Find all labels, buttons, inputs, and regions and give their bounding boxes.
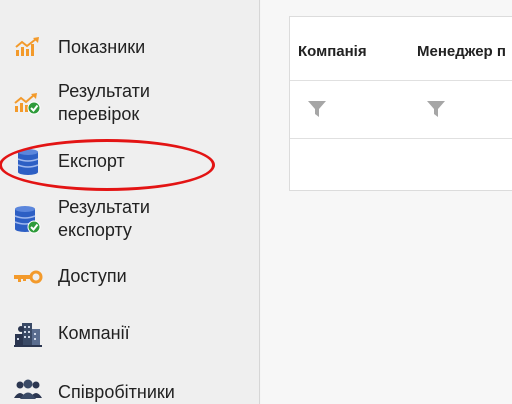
sidebar-item-companies[interactable]: Компанії bbox=[0, 318, 260, 350]
sidebar-item-label: Показники bbox=[58, 37, 146, 57]
filter-row-divider bbox=[290, 138, 512, 139]
sidebar-item-indicators[interactable]: Показники bbox=[0, 32, 260, 62]
people-icon bbox=[13, 374, 43, 404]
sidebar-item-export-results[interactable]: Результати експорту bbox=[0, 196, 260, 246]
filter-icon[interactable] bbox=[307, 99, 327, 119]
sidebar-item-label: Результати перевірок bbox=[58, 81, 150, 124]
sidebar-item-label: Експорт bbox=[58, 151, 125, 171]
sidebar-item-label: Компанії bbox=[58, 323, 130, 343]
main-content: Компанія Менеджер п bbox=[261, 0, 512, 404]
database-check-icon bbox=[13, 205, 43, 235]
chart-trend-up-icon bbox=[13, 32, 43, 62]
sidebar-item-export[interactable]: Експорт bbox=[0, 146, 260, 178]
key-icon bbox=[13, 262, 43, 292]
sidebar-item-label: Доступи bbox=[58, 266, 127, 286]
data-table: Компанія Менеджер п bbox=[289, 16, 512, 191]
column-header-company[interactable]: Компанія bbox=[298, 43, 367, 60]
sidebar-item-check-results[interactable]: Результати перевірок bbox=[0, 80, 260, 130]
top-bar bbox=[261, 0, 512, 16]
column-header-manager[interactable]: Менеджер п bbox=[417, 43, 506, 60]
partial-top-icon bbox=[14, 0, 38, 6]
database-icon bbox=[13, 147, 43, 177]
header-divider bbox=[290, 80, 512, 81]
filter-icon[interactable] bbox=[426, 99, 446, 119]
buildings-icon bbox=[13, 319, 43, 349]
sidebar-item-label: Результати експорту bbox=[58, 197, 150, 240]
sidebar-item-label: Співробітники bbox=[58, 382, 175, 402]
sidebar: Показники Результати перевірок Експорт Р… bbox=[0, 0, 260, 404]
sidebar-item-employees[interactable]: Співробітники bbox=[0, 374, 260, 404]
sidebar-item-access[interactable]: Доступи bbox=[0, 262, 260, 292]
chart-trend-check-icon bbox=[13, 88, 43, 118]
